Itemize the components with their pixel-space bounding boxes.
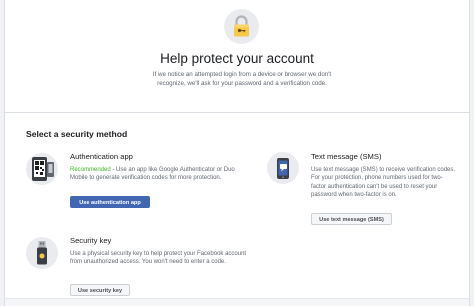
method-description-authentication-app: Recommended - Use an app like Google Aut… bbox=[70, 166, 248, 183]
header-section: Help protect your account If we notice a… bbox=[5, 0, 469, 113]
use-authentication-app-button[interactable]: Use authentication app bbox=[70, 196, 150, 208]
qr-phone-icon bbox=[26, 153, 58, 185]
two-factor-card: Help protect your account If we notice a… bbox=[4, 0, 470, 306]
lock-icon bbox=[224, 9, 259, 44]
use-text-message-button[interactable]: Use text message (SMS) bbox=[311, 213, 392, 225]
footer-divider bbox=[5, 298, 469, 306]
sms-phone-icon bbox=[267, 152, 299, 184]
method-title-authentication-app: Authentication app bbox=[70, 152, 133, 161]
usb-key-icon bbox=[26, 237, 58, 269]
intro-description: If we notice an attempted login from a d… bbox=[152, 71, 332, 87]
section-title: Select a security method bbox=[26, 129, 128, 139]
use-security-key-button[interactable]: Use security key bbox=[70, 284, 130, 296]
method-title-security-key: Security key bbox=[70, 236, 112, 245]
page-title: Help protect your account bbox=[160, 51, 314, 66]
method-title-text-message: Text message (SMS) bbox=[311, 152, 382, 161]
recommended-label: Recommended bbox=[70, 167, 111, 173]
method-description-text-message: Use text message (SMS) to receive verifi… bbox=[311, 167, 456, 198]
method-description-security-key: Use a physical security key to help prot… bbox=[70, 251, 247, 266]
